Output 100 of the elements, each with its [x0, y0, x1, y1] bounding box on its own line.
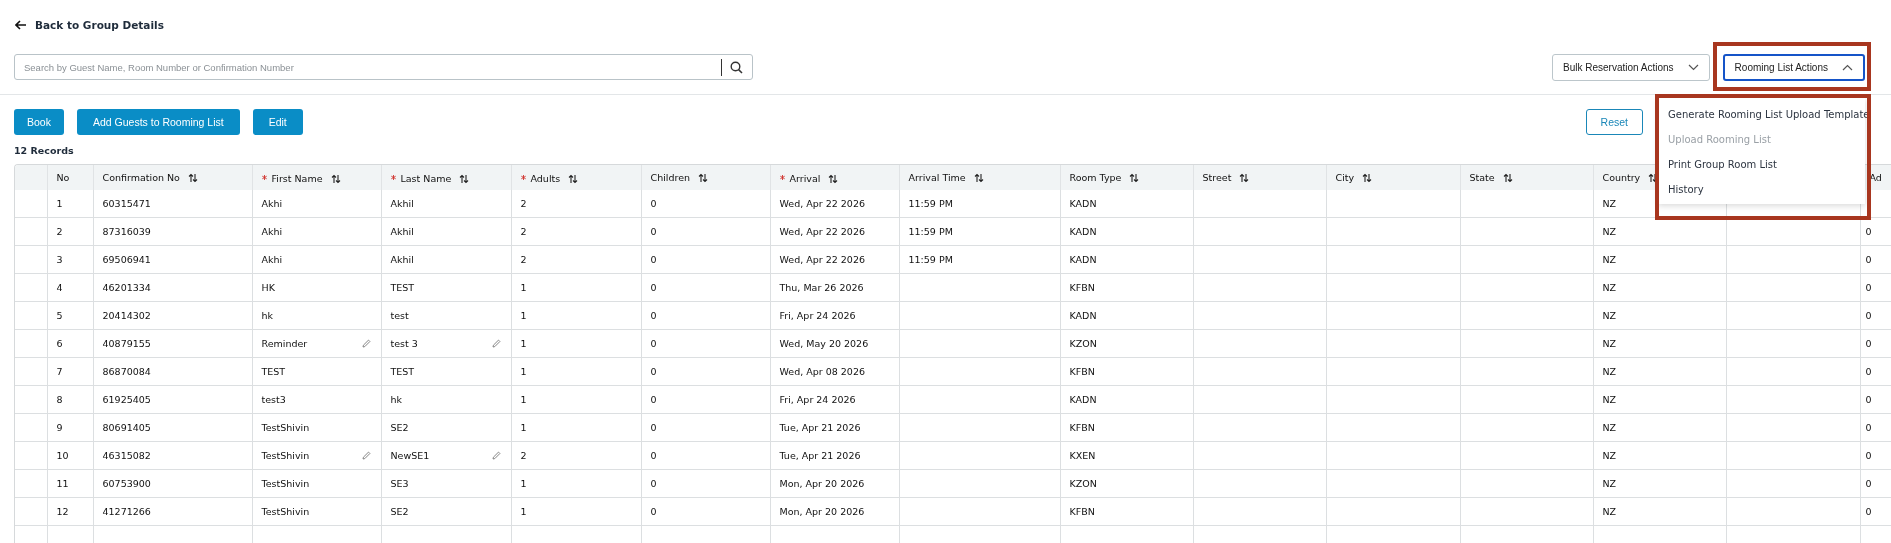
table-cell: SE2 [390, 506, 409, 517]
required-icon [779, 174, 785, 180]
table-cell: 0 [1865, 310, 1872, 321]
table-cell: 86870084 [102, 366, 151, 377]
table-cell: 1 [520, 366, 527, 377]
table-cell: Akhil [390, 254, 414, 265]
menu-item: Upload Rooming List [1667, 132, 1772, 147]
sort-icon[interactable] [330, 173, 341, 184]
table-cell: NZ [1602, 254, 1617, 265]
table-cell: 60753900 [102, 478, 151, 489]
table-cell: NZ [1602, 506, 1617, 517]
table-cell: Akhil [390, 226, 414, 237]
column-header[interactable]: Country [1602, 172, 1641, 183]
table-cell: NZ [1602, 394, 1617, 405]
sort-icon[interactable] [1362, 172, 1373, 183]
table-cell: test [390, 310, 409, 321]
table-cell: 0 [1865, 366, 1872, 377]
table-cell: 3 [56, 254, 63, 265]
table-cell: 10 [56, 450, 69, 461]
action-button[interactable]: Book [14, 109, 64, 135]
table-cell: Wed, Apr 22 2026 [779, 254, 865, 265]
table-cell: TestShivin [261, 450, 310, 461]
table-cell: 0 [650, 478, 657, 489]
table-cell: 2 [520, 450, 527, 461]
table-cell: Wed, Apr 22 2026 [779, 198, 865, 209]
table-cell: 41271266 [102, 506, 151, 517]
column-header[interactable]: Arrival [789, 173, 821, 185]
chevron-icon [1687, 63, 1699, 71]
table-cell: Tue, Apr 21 2026 [779, 450, 861, 461]
table-cell: NZ [1602, 478, 1617, 489]
menu-item[interactable]: History [1659, 176, 1713, 202]
search-field[interactable]: Search by Guest Name, Room Number or Confirmation Number [14, 54, 753, 80]
table-cell: HK [261, 282, 275, 293]
table-cell: 2 [520, 254, 527, 265]
pencil-icon[interactable] [491, 451, 501, 460]
sort-icon[interactable] [187, 172, 198, 183]
sort-icon[interactable] [459, 173, 470, 184]
table-cell: 0 [1865, 506, 1872, 517]
table-cell: 0 [650, 366, 657, 377]
table-cell: KADN [1069, 226, 1097, 237]
table-cell: 1 [520, 338, 527, 349]
column-header[interactable]: Children [650, 172, 691, 183]
table-cell: 0 [650, 226, 657, 237]
table-cell: 7 [56, 366, 63, 377]
column-header[interactable]: First Name [271, 173, 323, 185]
sort-icon[interactable] [973, 172, 984, 183]
table-cell: TEST [261, 366, 286, 377]
column-header[interactable]: No [56, 172, 70, 183]
sort-icon[interactable] [828, 173, 839, 184]
column-header[interactable]: State [1469, 172, 1495, 183]
reset-button[interactable]: Reset [1585, 109, 1643, 135]
table-cell: KADN [1069, 254, 1097, 265]
column-header[interactable]: Arrival Time [908, 172, 966, 183]
column-header[interactable]: Street [1202, 172, 1232, 183]
table-cell: 0 [1865, 450, 1872, 461]
table-cell: hk [261, 310, 274, 321]
table-cell: Akhil [390, 198, 414, 209]
table-cell: NZ [1602, 450, 1617, 461]
table-cell: KFBN [1069, 282, 1095, 293]
table-cell: 1 [56, 198, 63, 209]
action-button[interactable]: Add Guests to Rooming List [76, 109, 240, 135]
table-cell: KADN [1069, 198, 1097, 209]
dropdown-button[interactable]: Bulk Reservation Actions [1552, 53, 1710, 81]
table-cell: NZ [1602, 282, 1617, 293]
pencil-icon[interactable] [491, 339, 501, 348]
pencil-icon[interactable] [361, 339, 371, 348]
menu-item[interactable]: Generate Rooming List Upload Template [1659, 101, 1879, 127]
sort-icon[interactable] [1239, 172, 1250, 183]
sort-icon[interactable] [1502, 172, 1513, 183]
search-icon [730, 61, 743, 74]
table-cell: 12 [56, 506, 69, 517]
table-cell: NZ [1602, 310, 1617, 321]
column-header[interactable]: City [1335, 172, 1355, 183]
required-icon [390, 174, 396, 180]
action-button[interactable]: Edit [252, 109, 303, 135]
table-cell: 9 [56, 422, 63, 433]
table-cell: 1 [520, 506, 527, 517]
table-cell: test 3 [390, 338, 418, 349]
dropdown-button[interactable]: Rooming List Actions [1722, 53, 1865, 81]
table-cell: Thu, Mar 26 2026 [779, 282, 864, 293]
table-cell: 20414302 [102, 310, 151, 321]
back-link[interactable]: Back to Group Details [15, 19, 164, 31]
column-header[interactable]: Room Type [1069, 172, 1122, 183]
sort-icon[interactable] [568, 173, 579, 184]
table-cell: KFBN [1069, 422, 1095, 433]
column-header[interactable]: Last Name [400, 173, 452, 185]
table-cell: 46201334 [102, 282, 151, 293]
table-cell: NZ [1602, 338, 1617, 349]
pencil-icon[interactable] [361, 451, 371, 460]
table-cell: 87316039 [102, 226, 151, 237]
sort-icon[interactable] [698, 172, 709, 183]
column-header[interactable]: Adults [530, 173, 561, 185]
table-cell: KADN [1069, 394, 1097, 405]
table-cell: 2 [520, 198, 527, 209]
sort-icon[interactable] [1129, 172, 1140, 183]
chevron-icon [1842, 63, 1853, 71]
back-arrow-icon [15, 20, 27, 30]
table-cell: hk [390, 394, 403, 405]
menu-item[interactable]: Print Group Room List [1659, 151, 1786, 177]
table-cell: TEST [390, 282, 415, 293]
